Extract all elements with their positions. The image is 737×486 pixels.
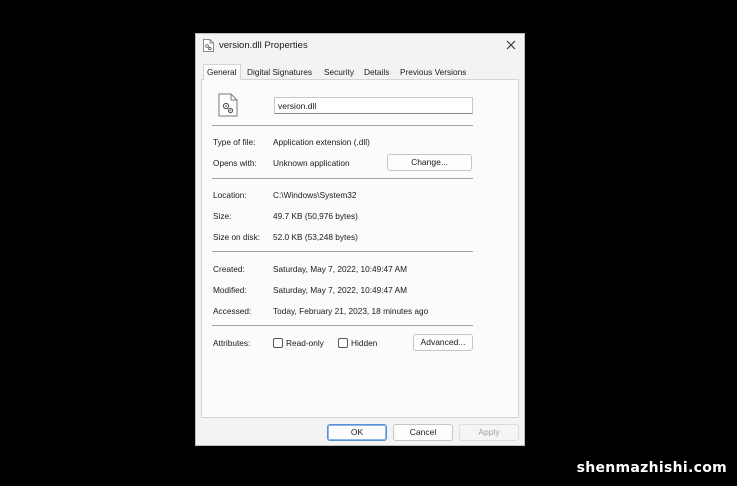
window-title: version.dll Properties [219, 40, 308, 51]
checkbox-box[interactable] [273, 338, 283, 348]
ok-button[interactable]: OK [327, 424, 387, 441]
separator [212, 178, 473, 179]
cancel-button[interactable]: Cancel [393, 424, 453, 441]
attributes-label: Attributes: [213, 338, 251, 348]
tab-general[interactable]: General [203, 64, 241, 80]
separator [212, 325, 473, 326]
apply-button[interactable]: Apply [459, 424, 519, 441]
location-value: C:\Windows\System32 [273, 190, 357, 200]
modified-label: Modified: [213, 285, 247, 295]
accessed-value: Today, February 21, 2023, 18 minutes ago [273, 306, 429, 316]
general-panel: Type of file: Application extension (.dl… [201, 79, 519, 418]
title-bar[interactable]: version.dll Properties [196, 34, 524, 58]
type-of-file-label: Type of file: [213, 137, 256, 147]
advanced-button[interactable]: Advanced... [413, 334, 473, 351]
tab-previous-versions[interactable]: Previous Versions [400, 66, 466, 79]
watermark: shenmazhishi.com [576, 460, 727, 476]
hidden-label: Hidden [351, 338, 378, 348]
opens-with-label: Opens with: [213, 158, 257, 168]
location-label: Location: [213, 190, 247, 200]
tab-details[interactable]: Details [364, 66, 389, 79]
hidden-checkbox[interactable]: Hidden [338, 337, 377, 349]
change-button[interactable]: Change... [387, 154, 472, 171]
read-only-checkbox[interactable]: Read-only [273, 337, 324, 349]
tab-strip: General Digital Signatures Security Deta… [201, 64, 519, 80]
checkbox-box[interactable] [338, 338, 348, 348]
size-label: Size: [213, 211, 232, 221]
tab-digital-signatures[interactable]: Digital Signatures [247, 66, 312, 79]
size-value: 49.7 KB (50,976 bytes) [273, 211, 358, 221]
created-label: Created: [213, 264, 245, 274]
tab-security[interactable]: Security [324, 66, 354, 79]
type-of-file-value: Application extension (.dll) [273, 137, 370, 147]
size-on-disk-label: Size on disk: [213, 232, 261, 242]
dll-file-icon [203, 39, 214, 52]
read-only-label: Read-only [286, 338, 324, 348]
separator [212, 125, 473, 126]
dll-file-icon [218, 93, 238, 117]
modified-value: Saturday, May 7, 2022, 10:49:47 AM [273, 285, 408, 295]
file-name-input[interactable] [274, 97, 473, 114]
accessed-label: Accessed: [213, 306, 252, 316]
size-on-disk-value: 52.0 KB (53,248 bytes) [273, 232, 358, 242]
created-value: Saturday, May 7, 2022, 10:49:47 AM [273, 264, 408, 274]
close-icon[interactable] [504, 38, 518, 52]
opens-with-value: Unknown application [273, 158, 350, 168]
properties-dialog: version.dll Properties General Digital S… [195, 33, 525, 446]
separator [212, 251, 473, 252]
